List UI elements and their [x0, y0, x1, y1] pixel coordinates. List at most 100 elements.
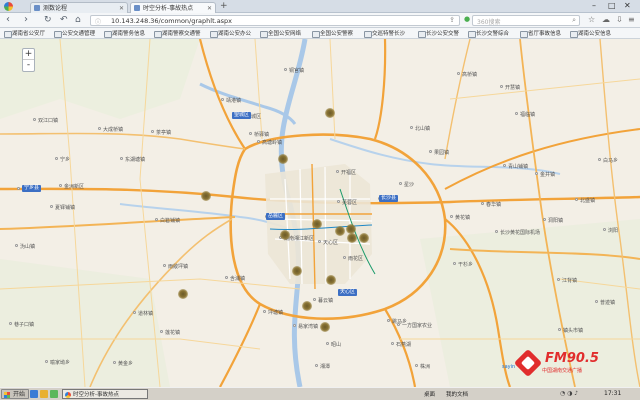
- undo-icon[interactable]: ↶: [60, 15, 68, 25]
- accident-hotspot[interactable]: [359, 233, 369, 243]
- place-label: 坪塘镇: [268, 310, 284, 316]
- minimize-icon[interactable]: –: [592, 1, 596, 10]
- accident-hotspot[interactable]: [178, 289, 188, 299]
- map-view[interactable]: + - 宁乡县 宁乡金洲新区 双江口镇夏铎铺镇沩山镇巷子口镇喻家坳乡 道林镇黄金乡 莲花…: [0, 39, 640, 387]
- bookmark-item[interactable]: 全国公安网络: [260, 29, 301, 38]
- zoom-control: + -: [22, 48, 35, 72]
- place-label: 金井镇: [540, 172, 556, 178]
- place-label: 茶亭镇: [156, 130, 172, 136]
- place-label: 高桥镇: [462, 72, 478, 78]
- place-label: 普迹镇: [600, 300, 616, 306]
- bookmark-item[interactable]: 湖南警务信息: [104, 29, 145, 38]
- place-label: 莲花镇: [165, 330, 181, 336]
- close-window-icon[interactable]: ✕: [624, 1, 631, 10]
- search-icon[interactable]: ⌕: [572, 16, 576, 25]
- station-logo-icon: [513, 348, 543, 378]
- accident-hotspot[interactable]: [335, 226, 345, 236]
- place-marker: [225, 276, 228, 279]
- place-marker: [98, 127, 101, 130]
- tab-inactive[interactable]: 测数论程 ✕: [30, 2, 128, 13]
- place-marker: [397, 323, 400, 326]
- place-marker: [160, 330, 163, 333]
- district-badge[interactable]: 望城区: [232, 112, 252, 119]
- place-marker: [415, 364, 418, 367]
- search-box[interactable]: 360搜索 ⌕: [472, 15, 580, 26]
- district-badge[interactable]: 长沙县: [379, 195, 399, 202]
- place-label: 暮云镇: [318, 298, 334, 304]
- close-icon[interactable]: ✕: [119, 3, 124, 13]
- address-bar[interactable]: ⓘ 10.143.248.36/common/graphlt.aspx ⇪: [90, 15, 460, 26]
- place-marker: [337, 200, 340, 203]
- place-marker: [598, 158, 601, 161]
- place-label: 宁乡: [60, 157, 71, 163]
- close-icon[interactable]: ✕: [207, 3, 212, 13]
- app-icon[interactable]: [50, 390, 58, 398]
- maximize-icon[interactable]: □: [608, 1, 616, 10]
- bookmark-item[interactable]: 公安交通管理: [54, 29, 95, 38]
- back-icon[interactable]: ‹: [6, 14, 10, 25]
- navigation-bar: ‹ › ↻ ↶ ⌂ ⓘ 10.143.248.36/common/graphlt…: [0, 13, 640, 28]
- place-label: 雨敞坪镇: [168, 264, 189, 270]
- search-placeholder[interactable]: 360搜索: [477, 17, 500, 26]
- accident-hotspot[interactable]: [347, 233, 357, 243]
- place-label: 江背镇: [562, 278, 578, 284]
- district-badge[interactable]: 岳麓区: [266, 213, 286, 220]
- taskbar-window-button[interactable]: 时空分析-事故热点: [62, 389, 148, 399]
- bookmark-item[interactable]: 湖南公安办公: [210, 29, 251, 38]
- watermark-subtitle: 中国湖南交通广播: [542, 368, 583, 374]
- start-button[interactable]: 开始: [1, 389, 30, 399]
- place-label: 长沙黄花国际机场: [500, 230, 541, 236]
- accident-hotspot[interactable]: [312, 219, 322, 229]
- home-icon[interactable]: ⌂: [75, 15, 81, 25]
- place-label: 大成桥镇: [103, 127, 124, 133]
- place-marker: [343, 256, 346, 259]
- bookmark-item[interactable]: 湖南省公安厅: [4, 29, 45, 38]
- bookmark-item[interactable]: 全国公安警察: [312, 29, 353, 38]
- bookmark-item[interactable]: 湖南警察交通警: [154, 29, 201, 38]
- accident-hotspot[interactable]: [292, 266, 302, 276]
- browser-logo-icon[interactable]: [4, 2, 13, 11]
- accident-hotspot[interactable]: [320, 322, 330, 332]
- page-info-icon[interactable]: ⓘ: [95, 17, 101, 26]
- accident-hotspot[interactable]: [325, 108, 335, 118]
- accident-hotspot[interactable]: [201, 191, 211, 201]
- district-badge[interactable]: 宁乡县: [22, 185, 42, 192]
- accident-hotspot[interactable]: [278, 154, 288, 164]
- tray-icons[interactable]: ◔ ◑ ♪: [560, 390, 578, 397]
- reload-icon[interactable]: ↻: [44, 15, 52, 25]
- menu-icon[interactable]: ≡: [628, 15, 635, 24]
- forward-icon[interactable]: ›: [24, 14, 28, 25]
- bookmark-item[interactable]: 长沙公安交警: [418, 29, 459, 38]
- new-tab-button[interactable]: +: [220, 1, 228, 11]
- place-marker: [453, 262, 456, 265]
- ie-icon[interactable]: [30, 390, 38, 398]
- tab-active[interactable]: 时空分析-事故热点 ✕: [130, 2, 216, 13]
- zoom-out-button[interactable]: -: [23, 60, 34, 71]
- folder-icon[interactable]: [40, 390, 48, 398]
- documents-toolbar[interactable]: 我的文档: [446, 390, 468, 398]
- favorites-icon[interactable]: ☆: [588, 15, 595, 24]
- accident-hotspot[interactable]: [280, 230, 290, 240]
- district-badge[interactable]: 天心区: [338, 289, 358, 296]
- search-engine-icon[interactable]: ●: [464, 15, 470, 23]
- accident-hotspot[interactable]: [326, 275, 336, 285]
- place-marker: [284, 68, 287, 71]
- bookmark-item[interactable]: 长沙交警综合: [468, 29, 509, 38]
- bookmark-item[interactable]: 省厅事故信息: [520, 29, 561, 38]
- accident-hotspot[interactable]: [302, 301, 312, 311]
- desktop-toolbar[interactable]: 桌面: [424, 390, 435, 398]
- cloud-icon[interactable]: ☁: [602, 15, 610, 24]
- share-icon[interactable]: ⇪: [449, 16, 455, 24]
- place-label: 春华镇: [486, 202, 502, 208]
- place-label: 北盛镇: [580, 198, 596, 204]
- place-label: 靖港镇: [226, 98, 242, 104]
- download-icon[interactable]: ⇩: [616, 15, 623, 24]
- place-label: 昭山: [331, 342, 342, 348]
- bookmark-item[interactable]: 湖南公安信息: [570, 29, 611, 38]
- bookmark-item[interactable]: 交巡特警长沙: [364, 29, 405, 38]
- zoom-in-button[interactable]: +: [23, 49, 34, 60]
- url-text[interactable]: 10.143.248.36/common/graphlt.aspx: [111, 17, 232, 25]
- place-marker: [495, 230, 498, 233]
- place-label: 桥驿镇: [254, 132, 270, 138]
- place-marker: [313, 298, 316, 301]
